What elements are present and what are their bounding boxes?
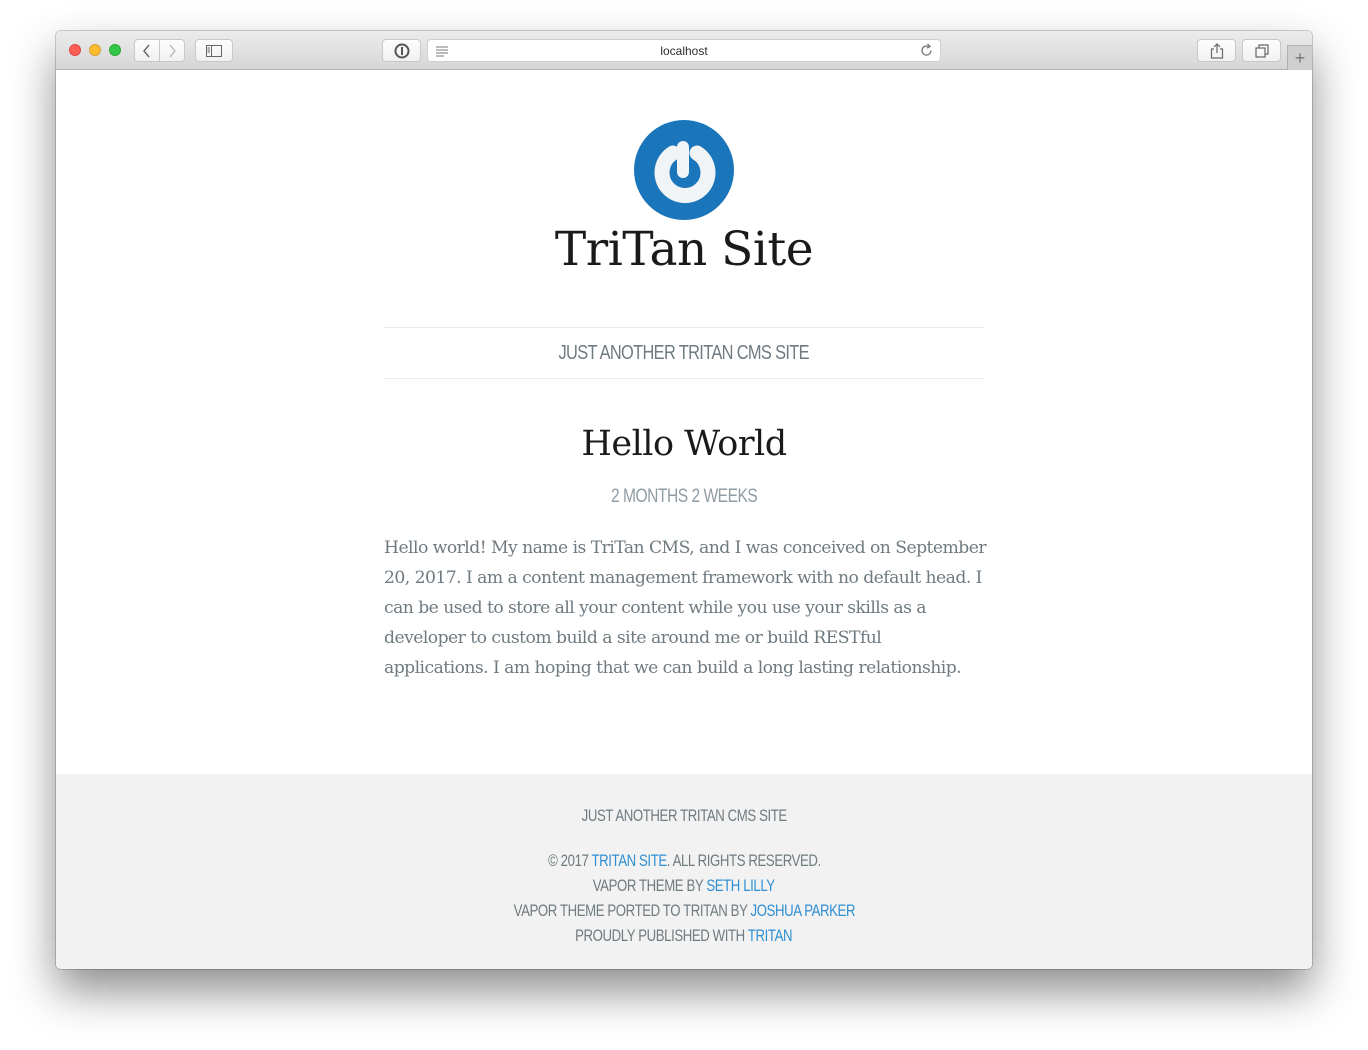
footer-published-row: PROUDLY PUBLISHED WITH TRITAN [56, 924, 1312, 949]
reload-icon[interactable] [919, 43, 934, 58]
post-title[interactable]: Hello World [56, 424, 1312, 464]
plus-icon: + [1294, 48, 1306, 68]
url-text[interactable]: localhost [428, 44, 940, 58]
address-bar[interactable]: localhost [427, 39, 941, 62]
footer-tagline-row: JUST ANOTHER TRITAN CMS SITE [56, 807, 1312, 826]
close-window-button[interactable] [69, 44, 81, 56]
post-meta: 2 MONTHS 2 WEEKS [56, 486, 1312, 508]
tritan-link[interactable]: TRITAN [748, 927, 793, 945]
web-page: TriTan Site JUST ANOTHER TRITAN CMS SITE… [56, 70, 1312, 969]
1password-icon [394, 43, 409, 58]
sidebar-icon [206, 44, 222, 57]
tritan-site-link[interactable]: TRITAN SITE [591, 852, 667, 870]
browser-window: localhost + TriTan Site JUST ANOTHER TRI… [56, 31, 1312, 969]
post-body: Hello world! My name is TriTan CMS, and … [384, 538, 987, 678]
chevron-left-icon [143, 44, 150, 57]
site-logo[interactable] [634, 120, 734, 220]
ported-text: VAPOR THEME PORTED TO TRITAN BY [513, 902, 751, 920]
browser-toolbar: localhost + [56, 31, 1312, 70]
site-title[interactable]: TriTan Site [56, 222, 1312, 277]
site-tagline-band: JUST ANOTHER TRITAN CMS SITE [384, 327, 984, 379]
seth-lilly-link[interactable]: SETH LILLY [707, 877, 776, 895]
share-button[interactable] [1197, 39, 1236, 62]
post-date: 2 MONTHS 2 WEEKS [610, 486, 758, 507]
published-text: PROUDLY PUBLISHED WITH [575, 927, 749, 945]
sidebar-toggle-button[interactable] [195, 39, 233, 62]
site-footer: JUST ANOTHER TRITAN CMS SITE © 2017 TRIT… [56, 774, 1312, 969]
theme-text: VAPOR THEME BY [593, 877, 707, 895]
site-tagline: JUST ANOTHER TRITAN CMS SITE [558, 341, 810, 364]
copyright-text: © 2017 [547, 852, 592, 870]
show-tabs-button[interactable] [1242, 39, 1281, 62]
minimize-window-button[interactable] [89, 44, 101, 56]
joshua-parker-link[interactable]: JOSHUA PARKER [750, 902, 855, 920]
rights-text: . ALL RIGHTS RESERVED. [666, 852, 821, 870]
back-button[interactable] [134, 39, 160, 62]
chevron-right-icon [169, 44, 176, 57]
tabs-icon [1254, 43, 1269, 58]
footer-ported-row: VAPOR THEME PORTED TO TRITAN BY JOSHUA P… [56, 899, 1312, 924]
password-manager-button[interactable] [382, 39, 421, 62]
footer-copyright-row: © 2017 TRITAN SITE. ALL RIGHTS RESERVED. [56, 849, 1312, 874]
footer-tagline: JUST ANOTHER TRITAN CMS SITE [581, 807, 787, 825]
new-tab-button[interactable]: + [1287, 45, 1312, 70]
maximize-window-button[interactable] [109, 44, 121, 56]
footer-credits: © 2017 TRITAN SITE. ALL RIGHTS RESERVED.… [56, 849, 1312, 949]
forward-button[interactable] [159, 39, 185, 62]
share-icon [1210, 42, 1223, 59]
footer-theme-row: VAPOR THEME BY SETH LILLY [56, 874, 1312, 899]
